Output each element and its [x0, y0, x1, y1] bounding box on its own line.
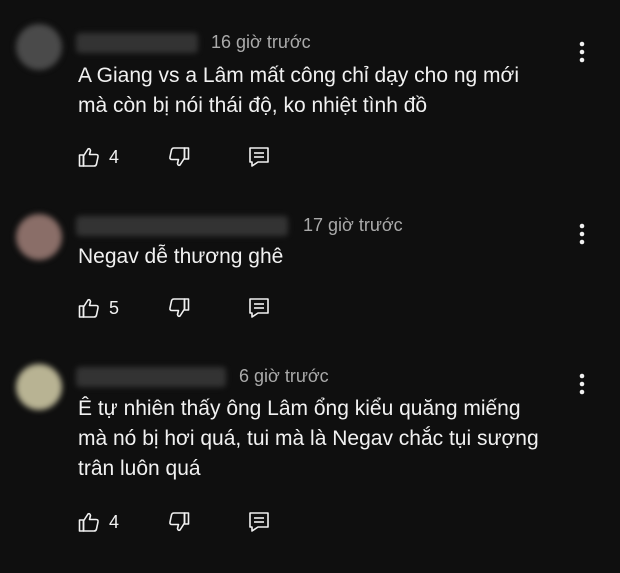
comment-text-line: mà nó bị hơi quá, tui mà là Negav chắc t… — [78, 427, 539, 450]
author-name-redacted[interactable] — [76, 33, 198, 53]
like-count: 5 — [109, 298, 120, 318]
author-name-redacted[interactable] — [76, 216, 288, 236]
thumb-down-icon[interactable] — [168, 297, 190, 319]
comment-text: Ê tự nhiên thấy ông Lâm ổng kiểu quăng m… — [78, 394, 598, 484]
comment-text-line: trân luôn quá — [78, 457, 201, 480]
comment-actions: 5 — [78, 297, 278, 321]
reply-icon[interactable] — [248, 146, 270, 168]
more-vertical-icon[interactable] — [572, 372, 592, 396]
thumb-down-icon[interactable] — [168, 146, 190, 168]
comment-item: 17 giờ trước Negav dễ thương ghê 5 — [0, 190, 620, 350]
reply-icon[interactable] — [248, 297, 270, 319]
thumb-up-icon[interactable] — [78, 146, 100, 168]
comment-timestamp[interactable]: 6 giờ trước — [239, 366, 329, 387]
reply-icon[interactable] — [248, 511, 270, 533]
thumb-up-icon[interactable] — [78, 297, 100, 319]
thumb-up-icon[interactable] — [78, 511, 100, 533]
comment-text: Negav dễ thương ghê — [78, 242, 598, 272]
avatar[interactable] — [16, 214, 62, 260]
avatar[interactable] — [16, 364, 62, 410]
comment-item: 16 giờ trước A Giang vs a Lâm mất công c… — [0, 0, 620, 190]
comment-timestamp[interactable]: 17 giờ trước — [303, 215, 403, 236]
comment-actions: 4 — [78, 511, 278, 535]
comment-actions: 4 — [78, 146, 278, 170]
like-count: 4 — [109, 147, 120, 167]
thumb-down-icon[interactable] — [168, 511, 190, 533]
comment-text-line: A Giang vs a Lâm mất công chỉ dạy cho ng… — [78, 64, 519, 87]
comment-text-line: Ê tự nhiên thấy ông Lâm ổng kiểu quăng m… — [78, 397, 521, 420]
comment-text: A Giang vs a Lâm mất công chỉ dạy cho ng… — [78, 61, 598, 121]
avatar[interactable] — [16, 24, 62, 70]
comment-timestamp[interactable]: 16 giờ trước — [211, 32, 311, 53]
comment-text-line: mà còn bị nói thái độ, ko nhiệt tình đồ — [78, 94, 428, 117]
comment-item: 6 giờ trước Ê tự nhiên thấy ông Lâm ổng … — [0, 350, 620, 573]
author-name-redacted[interactable] — [76, 367, 226, 387]
comment-text-line: Negav dễ thương ghê — [78, 245, 284, 268]
like-count: 4 — [109, 512, 120, 532]
